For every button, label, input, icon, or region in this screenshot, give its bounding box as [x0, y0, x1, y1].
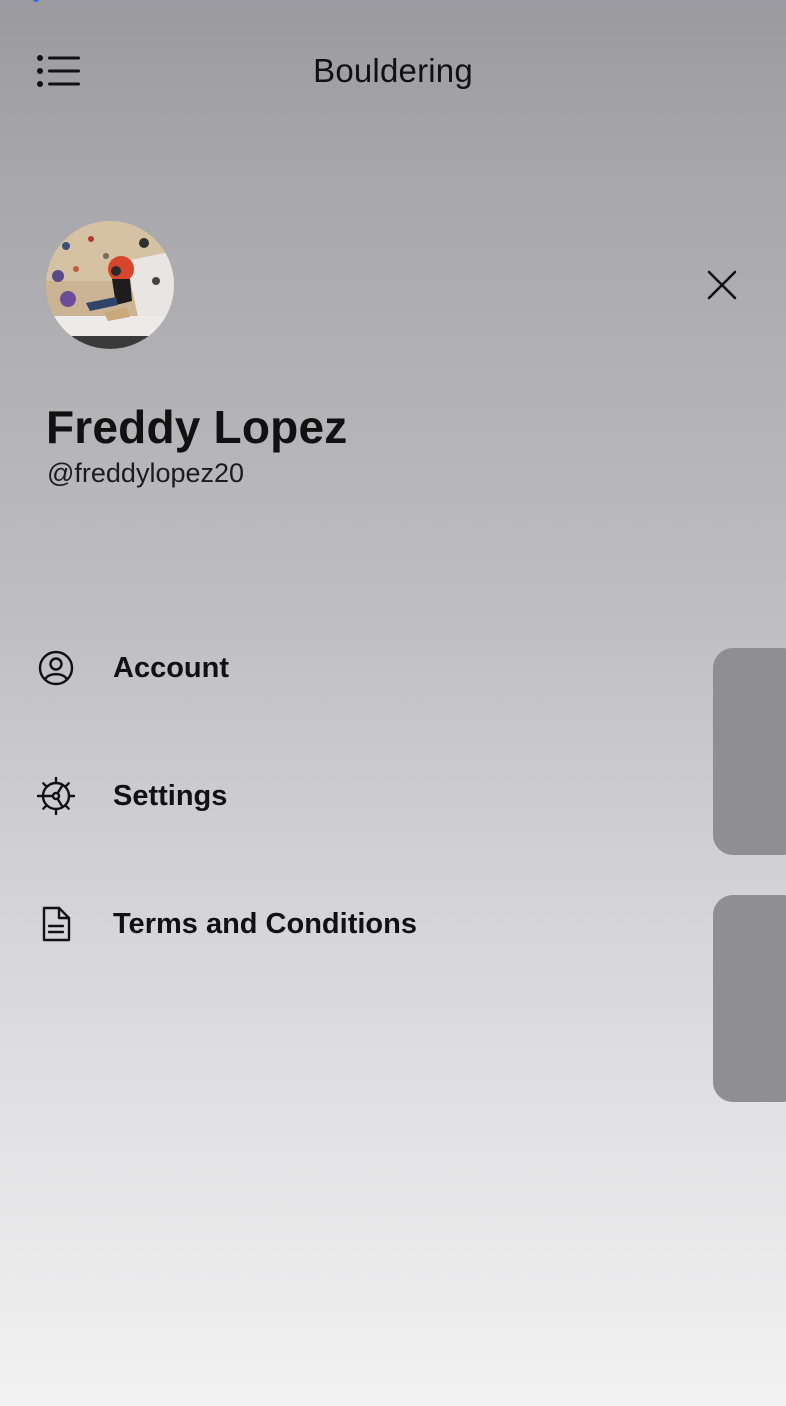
- person-circle-icon: [36, 648, 76, 688]
- climber-photo: [46, 221, 174, 349]
- status-indicator: [33, 0, 39, 2]
- app-title: Bouldering: [313, 52, 473, 89]
- menu-item-terms[interactable]: Terms and Conditions: [36, 860, 676, 988]
- close-button[interactable]: [700, 263, 744, 307]
- background-card[interactable]: [713, 648, 786, 855]
- side-menu-list: Account Settings Terms and Conditions: [36, 604, 676, 988]
- menu-item-label: Terms and Conditions: [113, 907, 417, 940]
- menu-item-account[interactable]: Account: [36, 604, 676, 732]
- profile-name: Freddy Lopez: [46, 401, 348, 453]
- menu-item-label: Account: [113, 651, 229, 684]
- close-x-icon: [707, 270, 737, 300]
- avatar[interactable]: [46, 221, 174, 349]
- profile-handle: @freddylopez20: [47, 458, 245, 488]
- menu-item-settings[interactable]: Settings: [36, 732, 676, 860]
- gear-icon: [36, 776, 76, 816]
- background-card[interactable]: [713, 895, 786, 1102]
- menu-item-label: Settings: [113, 779, 228, 812]
- document-icon: [36, 904, 76, 944]
- side-menu-screen: Bouldering Freddy Lopez @freddylopez20 A…: [0, 0, 786, 1406]
